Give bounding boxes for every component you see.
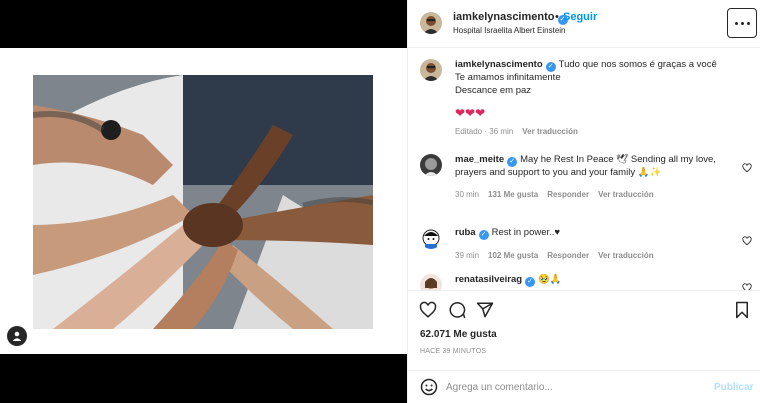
comments-list: iamkelynascimento ✓ Tudo que nos somos é g…: [408, 48, 760, 290]
verified-badge-icon: ✓: [545, 62, 556, 72]
post-actions: 62.071 Me gusta HACE 39 MINUTOS: [408, 290, 760, 362]
comment-like-icon[interactable]: [742, 283, 752, 290]
comment-body: mae_meite ✓ May he Rest In Peace 🕊 Sending…: [455, 154, 735, 201]
see-translation-link[interactable]: Ver traducción: [522, 127, 578, 136]
emoji-icon[interactable]: [420, 378, 438, 396]
post-header: iamkelynascimento ✓ • Seguir Hospital Isr…: [408, 0, 760, 48]
likes-count[interactable]: 62.071 Me gusta: [420, 329, 497, 340]
comment-likes[interactable]: 131 Me gusta: [488, 190, 538, 199]
comment-composer: Publicar: [408, 370, 760, 403]
commenter-avatar[interactable]: [420, 154, 442, 176]
comment-time: 39 min: [455, 251, 480, 260]
post-timestamp: HACE 39 MINUTOS: [420, 348, 487, 355]
reply-button[interactable]: Responder: [547, 251, 589, 260]
caption-hearts: ❤❤❤: [455, 106, 486, 120]
comment-like-icon[interactable]: [742, 236, 752, 246]
comment-likes[interactable]: 102 Me gusta: [488, 251, 538, 260]
comment-input[interactable]: [446, 378, 696, 396]
bookmark-icon[interactable]: [734, 301, 750, 319]
author-username-text[interactable]: iamkelynascimento: [453, 11, 555, 23]
user-tag-icon[interactable]: [7, 326, 27, 346]
post-sidebar: iamkelynascimento ✓ • Seguir Hospital Isr…: [407, 0, 760, 403]
post-location[interactable]: Hospital Israelita Albert Einstein: [453, 26, 566, 35]
comment-time: 30 min: [455, 189, 480, 199]
commenter-avatar[interactable]: [420, 274, 442, 290]
see-translation-link[interactable]: Ver traducción: [598, 190, 654, 199]
letterbox-top: [0, 0, 407, 48]
commenter-username[interactable]: ruba: [455, 227, 476, 238]
edited-label: Editado · 36 min: [455, 126, 514, 136]
post-photo[interactable]: [33, 75, 373, 329]
commenter-avatar[interactable]: [420, 227, 442, 249]
comment-body: renatasilveirag ✓ 🥹🙏: [455, 274, 735, 287]
comment-like-icon[interactable]: [742, 163, 752, 173]
post-media: [0, 0, 407, 403]
verified-badge-icon: ✓: [525, 277, 536, 287]
more-options-icon[interactable]: [727, 8, 757, 38]
caption-line-2: Te amamos infinitamente: [455, 72, 561, 83]
author-avatar[interactable]: [420, 12, 442, 34]
comment-meta: 39 min 102 Me gusta Responder Ver traducció…: [455, 250, 735, 263]
letterbox-bottom: [0, 354, 407, 403]
comment-body: ruba ✓ Rest in power..♥ 39 min 102 Me gusta…: [455, 227, 735, 263]
comment-icon[interactable]: [448, 301, 466, 319]
comment-text: 🥹🙏: [538, 274, 562, 285]
author-avatar[interactable]: [420, 59, 442, 81]
publish-button[interactable]: Publicar: [714, 382, 753, 393]
see-translation-link[interactable]: Ver traducción: [598, 251, 654, 260]
heart-icon[interactable]: [419, 301, 437, 319]
caption-line-1: Tudo que nos somos é graças a você: [558, 59, 717, 70]
caption-meta: Editado · 36 min Ver traducción: [455, 126, 735, 139]
caption-line-3: Descance em paz: [455, 84, 532, 96]
caption-username[interactable]: iamkelynascimento: [455, 59, 543, 70]
follow-button[interactable]: Seguir: [563, 11, 597, 23]
author-username[interactable]: iamkelynascimento ✓: [453, 11, 568, 25]
instagram-post-modal: iamkelynascimento ✓ • Seguir Hospital Isr…: [0, 0, 760, 403]
caption-body: iamkelynascimento ✓ Tudo que nos somos é g…: [455, 59, 735, 138]
verified-badge-icon: ✓: [507, 157, 518, 167]
commenter-username[interactable]: renatasilveirag: [455, 274, 522, 285]
reply-button[interactable]: Responder: [547, 190, 589, 199]
comment-meta: 30 min 131 Me gusta Responder Ver traducció…: [455, 189, 735, 202]
hands-photo: [33, 75, 373, 329]
comment-text: Rest in power..♥: [491, 227, 561, 238]
commenter-username[interactable]: mae_meite: [455, 154, 504, 165]
verified-badge-icon: ✓: [478, 230, 489, 240]
separator-dot: •: [555, 11, 559, 23]
send-icon[interactable]: [476, 301, 494, 319]
